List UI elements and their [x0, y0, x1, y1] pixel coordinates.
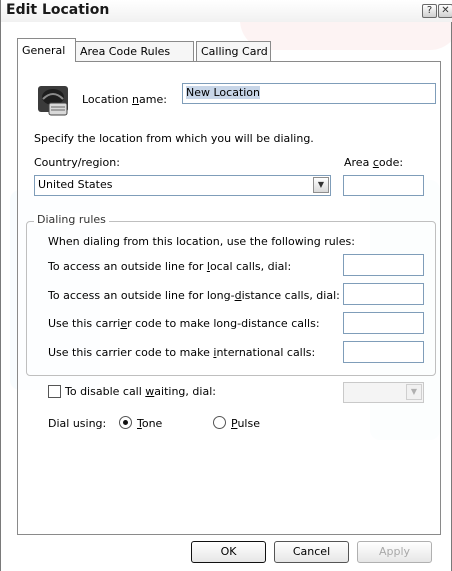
location-name-value: New Location — [186, 86, 261, 99]
help-button[interactable]: ? — [422, 4, 437, 18]
specify-location-text: Specify the location from which you will… — [34, 132, 314, 145]
disable-call-waiting-label: To disable call waiting, dial: — [65, 385, 216, 398]
long-distance-field[interactable] — [343, 283, 424, 305]
carrier-international-field[interactable] — [343, 341, 424, 363]
pulse-radio[interactable] — [213, 416, 226, 429]
edit-location-dialog: Edit Location ? ✕ General Area Code Rule… — [0, 0, 452, 571]
tab-general[interactable]: General — [17, 38, 76, 62]
ok-button[interactable]: OK — [191, 541, 266, 563]
area-code-label: Area code: — [344, 156, 404, 169]
radio-selected-dot — [123, 420, 128, 425]
carrier-international-label: Use this carrier code to make internatio… — [48, 346, 316, 359]
close-button[interactable]: ✕ — [438, 4, 452, 18]
cancel-button[interactable]: Cancel — [274, 541, 349, 563]
country-region-value: United States — [38, 178, 113, 191]
local-calls-label: To access an outside line for local call… — [48, 260, 292, 273]
country-region-label: Country/region: — [34, 156, 120, 169]
carrier-long-distance-label: Use this carrier code to make long-dista… — [48, 317, 320, 330]
apply-button[interactable]: Apply — [357, 541, 432, 563]
help-icon: ? — [426, 5, 433, 16]
tab-calling-card-label: Calling Card — [201, 45, 268, 58]
title-bar[interactable]: Edit Location ? ✕ — [1, 0, 452, 22]
tab-calling-card[interactable]: Calling Card — [196, 41, 271, 61]
close-icon: ✕ — [441, 5, 450, 16]
tone-radio[interactable] — [119, 416, 132, 429]
pulse-label: Pulse — [231, 417, 260, 430]
chevron-down-icon[interactable]: ▼ — [313, 177, 329, 193]
location-phone-icon — [38, 86, 68, 116]
disable-call-waiting-checkbox[interactable] — [48, 385, 61, 398]
area-code-field[interactable] — [343, 175, 424, 196]
carrier-long-distance-field[interactable] — [343, 312, 424, 334]
tab-area-code-rules[interactable]: Area Code Rules — [75, 41, 194, 61]
dialing-rules-title: Dialing rules — [34, 213, 109, 226]
dialing-rules-intro: When dialing from this location, use the… — [48, 235, 355, 248]
dial-using-label: Dial using: — [48, 417, 107, 430]
chevron-down-icon[interactable]: ▼ — [406, 384, 422, 400]
tone-label: Tone — [137, 417, 163, 430]
tab-area-code-rules-label: Area Code Rules — [80, 45, 171, 58]
long-distance-label: To access an outside line for long-dista… — [48, 289, 340, 302]
location-name-label: Location name: — [82, 93, 167, 106]
window-title: Edit Location — [6, 2, 110, 18]
country-region-select[interactable]: United States — [34, 175, 331, 196]
tab-general-label: General — [22, 44, 66, 57]
location-name-field[interactable]: New Location — [182, 83, 436, 104]
local-calls-field[interactable] — [343, 254, 424, 276]
